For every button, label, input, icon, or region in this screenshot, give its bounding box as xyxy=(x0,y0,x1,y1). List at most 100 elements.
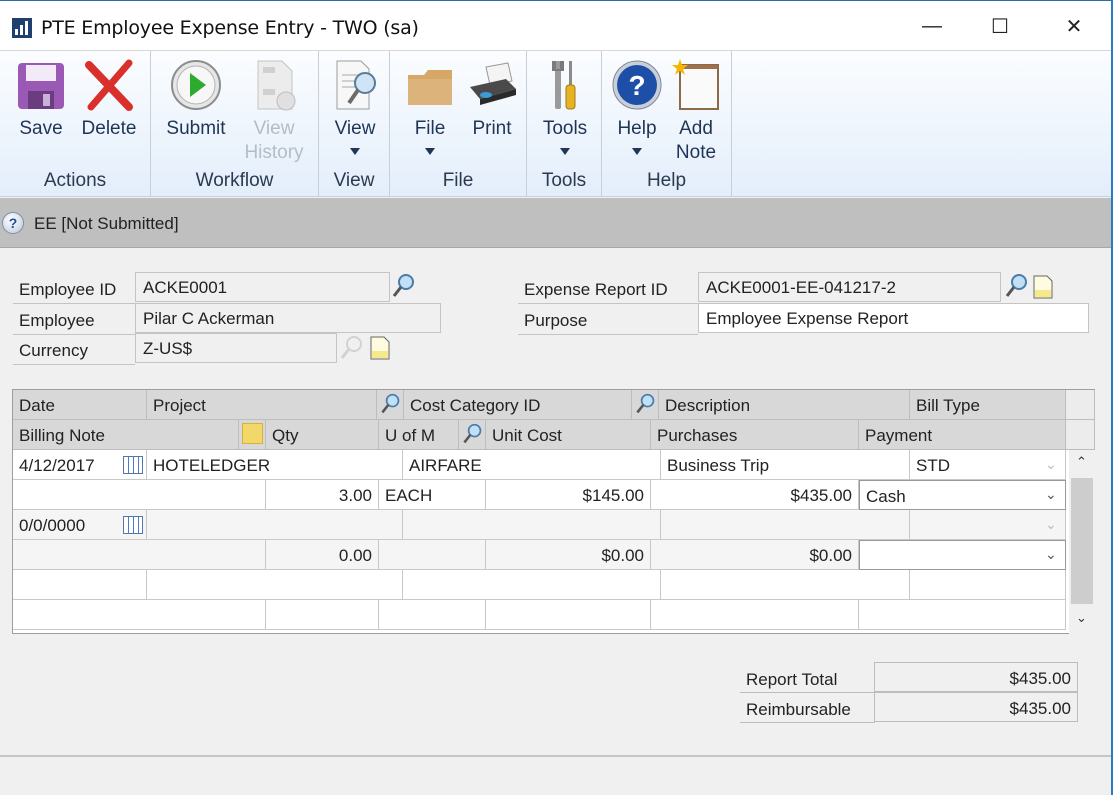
view-history-button[interactable]: View History xyxy=(239,57,309,165)
report-total-value: $435.00 xyxy=(874,662,1078,692)
row1-cost-category[interactable]: AIRFARE xyxy=(403,450,661,480)
currency-label: Currency xyxy=(13,335,135,365)
tools-button[interactable]: Tools xyxy=(537,57,593,155)
group-label-actions: Actions xyxy=(43,170,107,191)
add-note-button[interactable]: Add Note xyxy=(668,57,724,165)
view-button[interactable]: View xyxy=(327,57,383,155)
row1-payment[interactable]: Cash xyxy=(859,480,1066,510)
row2-uofm[interactable] xyxy=(379,540,486,570)
col-header-purchases[interactable]: Purchases xyxy=(651,420,859,450)
empty-row-cell[interactable] xyxy=(403,570,661,600)
group-label-workflow: Workflow xyxy=(195,170,274,191)
grid-header-corner xyxy=(1066,390,1095,420)
row1-bill-type-dropdown-icon[interactable]: ⌄ xyxy=(1045,456,1057,473)
expense-report-id-label: Expense Report ID xyxy=(518,274,698,304)
col-header-billing-note[interactable]: Billing Note xyxy=(13,420,239,450)
empty-row-cell[interactable] xyxy=(147,570,403,600)
employee-id-field[interactable]: ACKE0001 xyxy=(135,272,390,302)
close-button[interactable]: ✕ xyxy=(1051,9,1097,43)
expense-report-lookup-icon[interactable] xyxy=(1003,272,1029,300)
submit-icon xyxy=(170,57,222,113)
billing-note-icon[interactable] xyxy=(239,420,266,450)
col-header-project[interactable]: Project xyxy=(147,390,377,420)
window-help-icon[interactable]: ? xyxy=(2,212,24,234)
close-icon: ✕ xyxy=(1065,15,1083,38)
employee-id-label: Employee ID xyxy=(13,274,135,304)
currency-field: Z-US$ xyxy=(135,333,337,363)
add-note-icon xyxy=(670,57,722,113)
print-button[interactable]: Print xyxy=(464,57,520,141)
row2-unit-cost[interactable]: $0.00 xyxy=(486,540,651,570)
empty-row-cell[interactable] xyxy=(859,600,1066,630)
group-label-view: View xyxy=(333,170,375,191)
app-chart-icon xyxy=(12,18,32,38)
empty-row-cell[interactable] xyxy=(379,600,486,630)
scroll-up-icon[interactable]: ⌃ xyxy=(1076,454,1087,470)
file-button[interactable]: File xyxy=(404,57,456,155)
scroll-down-icon[interactable]: ⌄ xyxy=(1076,610,1087,626)
row2-description[interactable] xyxy=(661,510,910,540)
row1-unit-cost[interactable]: $145.00 xyxy=(486,480,651,510)
empty-row-cell[interactable] xyxy=(661,570,910,600)
empty-row-cell[interactable] xyxy=(651,600,859,630)
grid-vertical-scrollbar[interactable]: ⌃ ⌄ xyxy=(1069,450,1095,634)
row2-project[interactable] xyxy=(147,510,403,540)
employee-id-lookup-icon[interactable] xyxy=(390,272,416,300)
expense-report-note-icon[interactable] xyxy=(1032,274,1054,300)
grid-header-corner-2 xyxy=(1066,420,1095,450)
group-label-tools: Tools xyxy=(541,170,587,191)
row1-billing-note[interactable] xyxy=(13,480,266,510)
row2-purchases[interactable]: $0.00 xyxy=(651,540,859,570)
empty-row-cell[interactable] xyxy=(910,570,1066,600)
row1-payment-dropdown-icon[interactable]: ⌄ xyxy=(1045,486,1057,503)
row2-payment[interactable] xyxy=(859,540,1066,570)
submit-button[interactable]: Submit xyxy=(161,57,231,141)
currency-lookup-icon xyxy=(338,334,364,362)
empty-row-cell[interactable] xyxy=(13,600,266,630)
help-button[interactable]: ? Help xyxy=(610,57,664,155)
empty-row-cell[interactable] xyxy=(13,570,147,600)
currency-note-icon[interactable] xyxy=(369,335,391,361)
cost-category-lookup-icon[interactable] xyxy=(377,390,404,420)
col-header-cost-category[interactable]: Cost Category ID xyxy=(404,390,632,420)
row2-calendar-icon[interactable] xyxy=(123,516,143,534)
expense-report-id-field[interactable]: ACKE0001-EE-041217-2 xyxy=(698,272,1001,302)
row1-calendar-icon[interactable] xyxy=(123,456,143,474)
row1-bill-type[interactable]: STD xyxy=(910,450,1066,480)
employee-name-field: Pilar C Ackerman xyxy=(135,303,441,333)
maximize-button[interactable]: ☐ xyxy=(977,9,1023,43)
delete-button[interactable]: Delete xyxy=(78,57,140,141)
row1-uofm[interactable]: EACH xyxy=(379,480,486,510)
save-button[interactable]: Save xyxy=(14,57,68,141)
col-header-qty[interactable]: Qty xyxy=(266,420,379,450)
row1-project[interactable]: HOTELEDGER xyxy=(147,450,403,480)
col-header-date[interactable]: Date xyxy=(13,390,147,420)
col-header-bill-type[interactable]: Bill Type xyxy=(910,390,1066,420)
description-lookup-icon[interactable] xyxy=(632,390,659,420)
row2-cost-category[interactable] xyxy=(403,510,661,540)
purpose-field[interactable]: Employee Expense Report xyxy=(698,303,1089,333)
unit-cost-lookup-icon[interactable] xyxy=(459,420,486,450)
col-header-uofm[interactable]: U of M xyxy=(379,420,459,450)
expense-entry-window: PTE Employee Expense Entry - TWO (sa) — … xyxy=(0,0,1113,795)
scroll-thumb[interactable] xyxy=(1071,478,1093,604)
report-total-label: Report Total xyxy=(740,663,875,693)
empty-row-cell[interactable] xyxy=(486,600,651,630)
row1-description[interactable]: Business Trip xyxy=(661,450,910,480)
row2-qty[interactable]: 0.00 xyxy=(266,540,379,570)
minimize-icon: — xyxy=(922,14,942,37)
ribbon-group-actions: Save Delete Actions xyxy=(0,51,151,197)
help-icon: ? xyxy=(611,57,663,113)
view-history-icon xyxy=(248,57,300,113)
row2-bill-type-dropdown-icon[interactable]: ⌄ xyxy=(1045,516,1057,533)
empty-row-cell[interactable] xyxy=(266,600,379,630)
row2-billing-note[interactable] xyxy=(13,540,266,570)
col-header-description[interactable]: Description xyxy=(659,390,910,420)
col-header-unit-cost[interactable]: Unit Cost xyxy=(486,420,651,450)
col-header-payment[interactable]: Payment xyxy=(859,420,1066,450)
minimize-button[interactable]: — xyxy=(909,9,955,43)
row2-payment-dropdown-icon[interactable]: ⌄ xyxy=(1045,546,1057,563)
row1-purchases[interactable]: $435.00 xyxy=(651,480,859,510)
row1-qty[interactable]: 3.00 xyxy=(266,480,379,510)
row2-bill-type[interactable] xyxy=(910,510,1066,540)
